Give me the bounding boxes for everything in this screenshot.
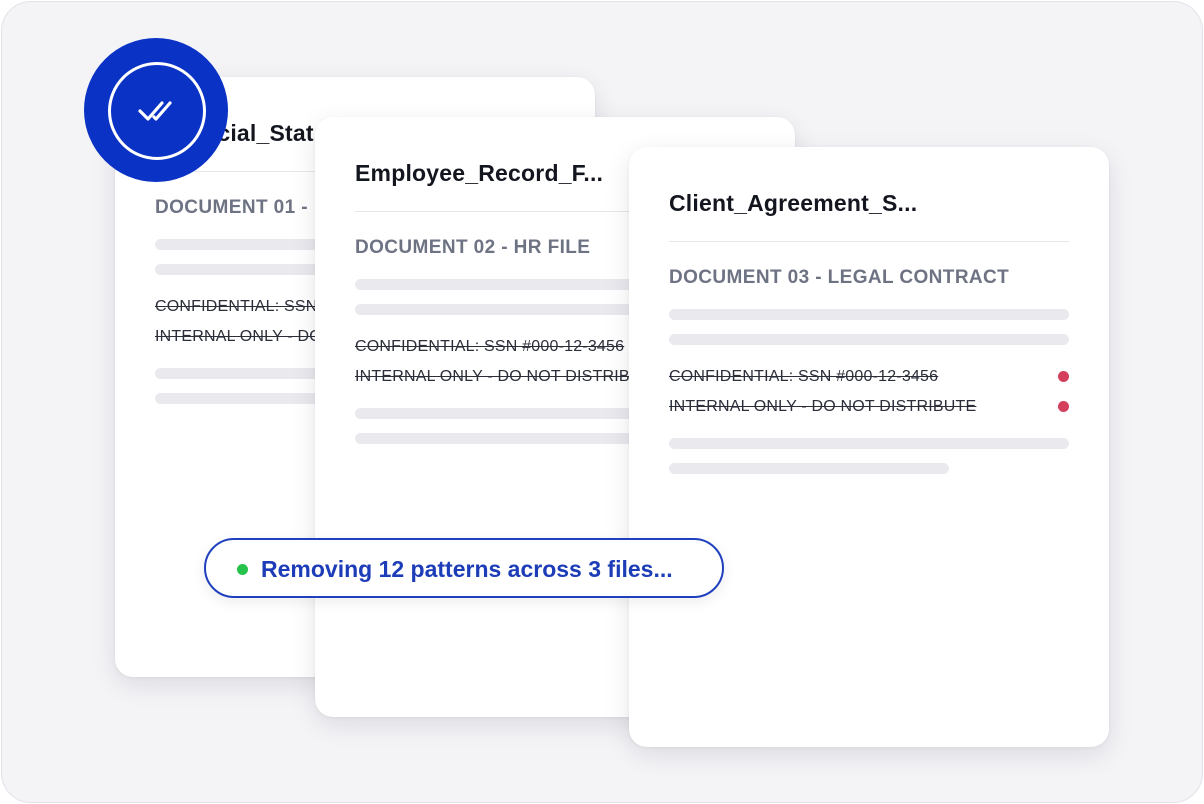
status-indicator-dot [237,564,248,575]
divider [669,241,1069,242]
redacted-line: CONFIDENTIAL: SSN #000-12-3456 [669,368,939,385]
text-placeholder-bar [669,438,1069,449]
status-message: Removing 12 patterns across 3 files... [261,556,673,582]
text-placeholder-bar [669,463,949,474]
document-subtitle: DOCUMENT 01 - [155,197,308,218]
double-check-icon [108,62,206,160]
document-title: Client_Agreement_S... [669,190,918,216]
canvas-frame: Financial_Stat DOCUMENT 01 - CONFIDENTIA… [1,1,1203,803]
redacted-line: INTERNAL ONLY - DO NOT DISTRIBUTE [669,398,977,415]
redacted-line: INTERNAL ONLY - DO NOT DISTRIBUTE [355,368,663,385]
redacted-line: CONFIDENTIAL: SSN #000-12-3456 [355,338,625,355]
text-placeholder-bar [669,309,1069,320]
document-card-03[interactable]: Client_Agreement_S... DOCUMENT 03 - LEGA… [629,147,1109,747]
progress-status-pill: Removing 12 patterns across 3 files... [204,538,724,598]
flagged-pattern-dot [1058,371,1069,382]
completion-badge [84,38,228,182]
flagged-pattern-dot [1058,401,1069,412]
text-placeholder-bar [669,334,1069,345]
document-subtitle: DOCUMENT 03 - LEGAL CONTRACT [669,267,1010,288]
document-subtitle: DOCUMENT 02 - HR FILE [355,237,591,258]
